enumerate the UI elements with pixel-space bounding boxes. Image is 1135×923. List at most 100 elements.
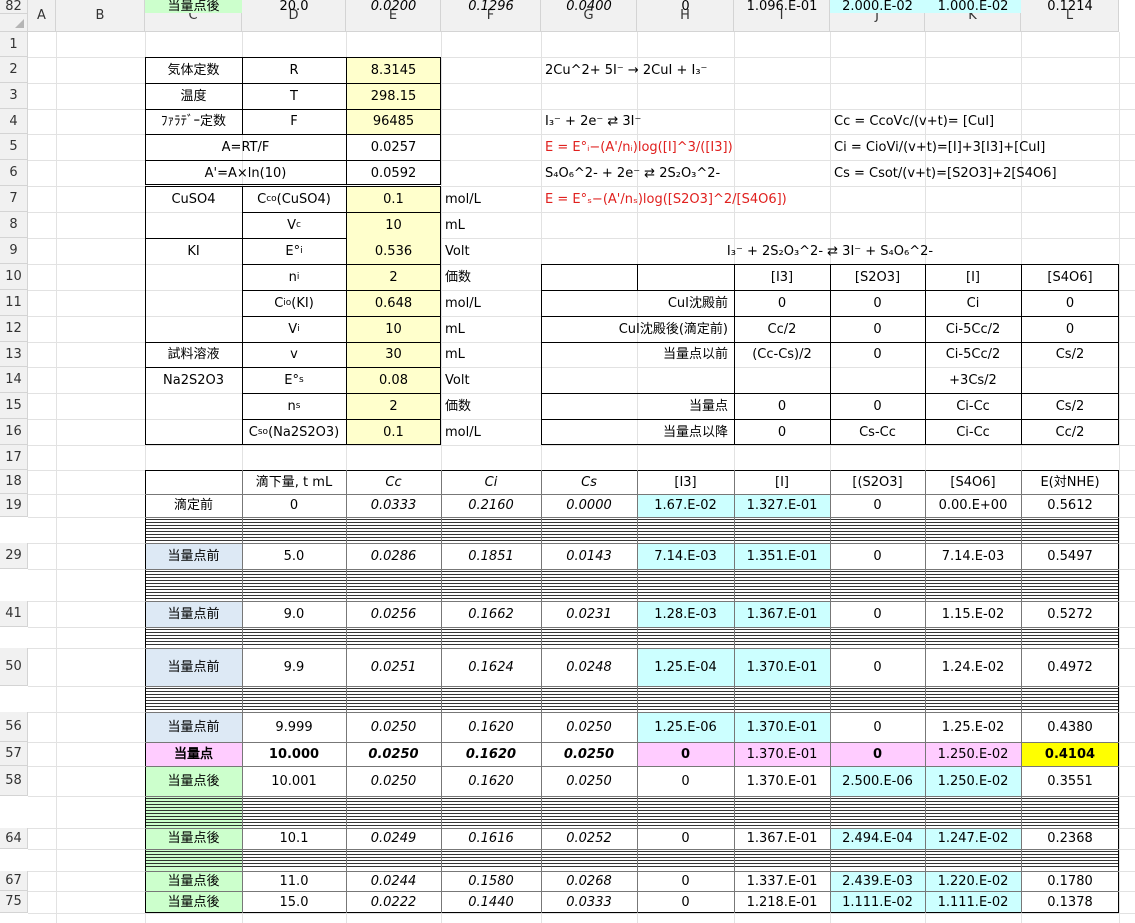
titration-cell[interactable]: 2.000.E-02	[830, 0, 925, 13]
unit-volt[interactable]: Volt	[441, 238, 541, 264]
titration-row-label[interactable]: 当量点前	[145, 601, 242, 627]
species-cell[interactable]: Ci-5Cc/2	[925, 316, 1021, 342]
titration-cell[interactable]: 0.0256	[346, 601, 441, 627]
titration-cell[interactable]: 9.9	[242, 648, 346, 686]
species-row-label[interactable]: CuI沈殿前	[541, 290, 734, 316]
species-cell[interactable]: 0	[830, 393, 925, 419]
titration-cell[interactable]: 0.0250	[346, 742, 441, 766]
titration-cell[interactable]: 0.0250	[541, 766, 637, 796]
a-prime-formula-label[interactable]: A'=A×ln(10)	[145, 160, 346, 186]
titration-cell[interactable]: 5.0	[242, 543, 346, 569]
titration-cell[interactable]: 0.3551	[1021, 766, 1119, 796]
titration-cell[interactable]: 0	[637, 0, 734, 13]
row-header-57[interactable]: 57	[0, 742, 28, 766]
row-header-8[interactable]: 8	[0, 212, 28, 238]
titration-cell[interactable]: 0.4104	[1021, 742, 1119, 766]
row-header-50[interactable]: 50	[0, 648, 28, 686]
vi-value[interactable]: 10	[346, 316, 441, 342]
titration-cell[interactable]: 1.370.E-01	[734, 648, 830, 686]
titration-cell[interactable]: 0.0268	[541, 871, 637, 891]
titration-cell[interactable]: 0.1851	[441, 543, 541, 569]
titration-cell[interactable]: 1.220.E-02	[925, 871, 1021, 891]
cuso4-label[interactable]: CuSO4	[145, 186, 242, 212]
titration-cell[interactable]: 0.0143	[541, 543, 637, 569]
unit-mol-per-l[interactable]: mol/L	[441, 186, 541, 212]
titration-row-label[interactable]: 当量点後	[145, 766, 242, 796]
titration-cell[interactable]: 1.370.E-01	[734, 712, 830, 742]
v-value[interactable]: 30	[346, 342, 441, 367]
row-header-12[interactable]: 12	[0, 316, 28, 342]
titration-row-label[interactable]: 当量点後	[145, 0, 242, 13]
temperature-value[interactable]: 298.15	[346, 83, 441, 109]
titration-cell[interactable]: 1.250.E-02	[925, 742, 1021, 766]
titration-cell[interactable]: 0	[830, 742, 925, 766]
unit-ml[interactable]: mL	[441, 212, 541, 238]
titration-cell[interactable]: 0.0000	[541, 494, 637, 517]
titration-row-label[interactable]: 当量点	[145, 742, 242, 766]
row-header-7[interactable]: 7	[0, 186, 28, 212]
species-cell[interactable]: Cs/2	[1021, 393, 1119, 419]
species-cell[interactable]	[1021, 367, 1119, 393]
titration-cell[interactable]: 0.00.E+00	[925, 494, 1021, 517]
species-cell[interactable]: Cs-Cc	[830, 419, 925, 445]
titration-cell[interactable]: 0.5612	[1021, 494, 1119, 517]
cio-value[interactable]: 0.648	[346, 290, 441, 316]
titration-cell[interactable]: 7.14.E-03	[637, 543, 734, 569]
row-header-4[interactable]: 4	[0, 109, 28, 134]
ki-label[interactable]: KI	[145, 238, 242, 264]
titration-cell[interactable]: 0.1624	[441, 648, 541, 686]
titration-cell[interactable]: 1.370.E-01	[734, 742, 830, 766]
row-header-67[interactable]: 67	[0, 871, 28, 891]
titration-cell[interactable]: 1.370.E-01	[734, 766, 830, 796]
titration-cell[interactable]: 1.096.E-01	[734, 0, 830, 13]
equation-reaction[interactable]: 2Cu^2+ 5I⁻ → 2CuI + I₃⁻	[541, 57, 830, 83]
species-cell[interactable]: 0	[1021, 290, 1119, 316]
row-header-75[interactable]: 75	[0, 891, 28, 913]
titration-row-label[interactable]: 当量点前	[145, 648, 242, 686]
titration-cell[interactable]: 9.0	[242, 601, 346, 627]
row-header-9[interactable]: 9	[0, 238, 28, 264]
es-symbol[interactable]: E° s	[242, 367, 346, 393]
titration-cell[interactable]: 0.0333	[346, 494, 441, 517]
titration-cell[interactable]: 1.337.E-01	[734, 871, 830, 891]
unit-valence[interactable]: 価数	[441, 264, 541, 290]
titration-cell[interactable]: 7.14.E-03	[925, 543, 1021, 569]
titration-cell[interactable]: 0.0333	[541, 891, 637, 913]
titration-cell[interactable]: 2.500.E-06	[830, 766, 925, 796]
row-header-6[interactable]: 6	[0, 160, 28, 186]
a-prime-value[interactable]: 0.0592	[346, 160, 441, 186]
titration-cell[interactable]: 10.000	[242, 742, 346, 766]
row-header-17[interactable]: 17	[0, 445, 28, 470]
species-cell[interactable]: 0	[830, 316, 925, 342]
row-header-58[interactable]: 58	[0, 766, 28, 796]
titration-cell[interactable]: 0.0200	[346, 0, 441, 13]
row-header-56[interactable]: 56	[0, 712, 28, 742]
faraday-value[interactable]: 96485	[346, 109, 441, 134]
row-header-11[interactable]: 11	[0, 290, 28, 316]
a-formula-label[interactable]: A=RT/F	[145, 134, 346, 160]
titration-cell[interactable]: 0	[637, 828, 734, 849]
titration-row-label[interactable]: 当量点前	[145, 543, 242, 569]
titration-cell[interactable]: 0.1214	[1021, 0, 1119, 13]
titration-cell[interactable]: 0.1580	[441, 871, 541, 891]
cco-symbol[interactable]: Cco (CuSO4)	[242, 186, 346, 212]
cso-value[interactable]: 0.1	[346, 419, 441, 445]
faraday-label[interactable]: ﾌｧﾗﾃﾞｰ定数	[145, 109, 242, 134]
titration-cell[interactable]: 15.0	[242, 891, 346, 913]
titration-cell[interactable]: 0.0250	[541, 712, 637, 742]
ns-value[interactable]: 2	[346, 393, 441, 419]
titration-cell[interactable]: 0.0252	[541, 828, 637, 849]
vi-symbol[interactable]: Vi	[242, 316, 346, 342]
species-row-label[interactable]: 当量点	[541, 393, 734, 419]
row-header-41[interactable]: 41	[0, 601, 28, 627]
titration-header[interactable]: 滴下量, t mL	[242, 470, 346, 494]
titration-cell[interactable]: 1.351.E-01	[734, 543, 830, 569]
titration-header[interactable]: Cs	[541, 470, 637, 494]
titration-row-label[interactable]: 当量点後	[145, 891, 242, 913]
species-cell[interactable]: 0	[1021, 316, 1119, 342]
titration-cell[interactable]: 1.25.E-06	[637, 712, 734, 742]
row-header-18[interactable]: 18	[0, 470, 28, 494]
titration-cell[interactable]: 0.0231	[541, 601, 637, 627]
titration-cell[interactable]: 0.1440	[441, 891, 541, 913]
cco-value[interactable]: 0.1	[346, 186, 441, 212]
